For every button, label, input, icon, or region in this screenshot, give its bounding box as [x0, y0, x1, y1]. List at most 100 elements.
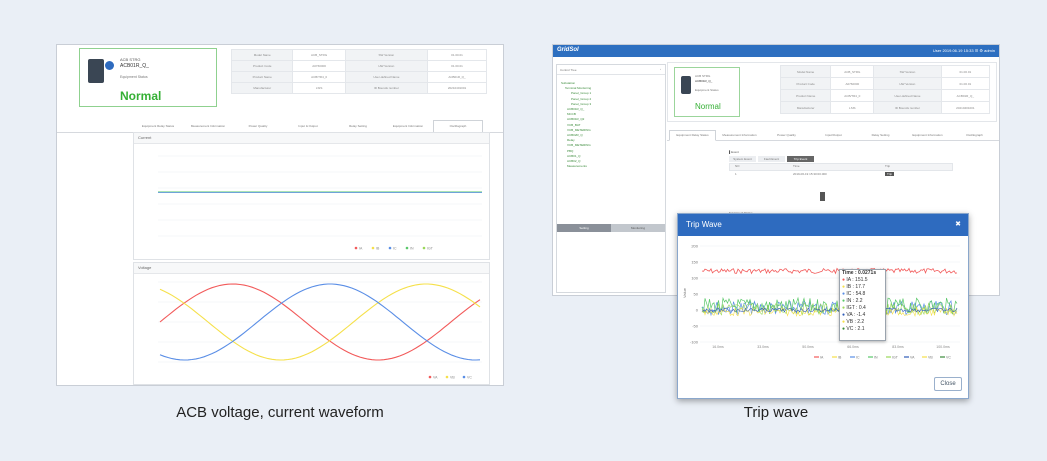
y-axis-label: Value — [682, 287, 687, 298]
legend-label: IB — [376, 247, 380, 251]
app-header: GridSol User 2019.06.19 15:33 ☰ ⚙ admin — [553, 45, 999, 57]
tree-item[interactable]: VCB_METERING — [567, 128, 591, 132]
right-status-value: Normal — [695, 102, 721, 111]
header-status: User 2019.06.19 15:33 ☰ ⚙ admin — [932, 48, 995, 53]
dialog-header: Trip Wave ✖ — [678, 214, 968, 236]
sub-tab-1[interactable]: Fault Event — [758, 156, 785, 162]
tab-2[interactable]: Power Quality — [763, 130, 810, 141]
tree-item[interactable]: VCB_METERING — [567, 143, 591, 147]
event-col-header: Trip — [885, 164, 891, 168]
device-info-table: Model Name ACB_STRG SW Version 01.00.01 Prod… — [230, 49, 487, 94]
breaker-device-image — [88, 59, 104, 83]
dialog-close-icon[interactable]: ✖ — [955, 214, 961, 236]
tooltip-row: ● IN : 2.2 — [840, 298, 885, 305]
device-status-card: ACB STRG ACB01R_Q_ Equipment Status Norm… — [79, 48, 217, 107]
info-key: ID Bounds number — [873, 101, 942, 114]
collapse-icon[interactable]: ‹ — [660, 67, 661, 71]
tree-item[interactable]: Panel_Group 3 — [571, 102, 591, 106]
tree-item[interactable]: ACB01R_Q2 — [567, 117, 584, 121]
y-tick-label: 200 — [691, 244, 698, 249]
legend-label: IB — [838, 356, 842, 360]
info-value: 20210401001 — [427, 82, 487, 94]
info-row: Model Name ACB_STRG SW Version 01.00.01 — [779, 65, 991, 78]
tooltip-value: IN : 2.2 — [846, 298, 863, 304]
info-value: 20210401001 — [940, 101, 991, 114]
tree-item[interactable]: Relay — [567, 138, 575, 142]
sub-tab-0[interactable]: System Event — [729, 156, 756, 162]
legend-swatch — [428, 375, 432, 379]
tree-item[interactable]: MCCB — [567, 112, 576, 116]
x-tick-label: 100.0ms — [936, 345, 950, 349]
info-value: ACB_STRG — [830, 65, 875, 78]
legend-swatch — [405, 246, 409, 250]
tooltip-rows: ● IA : 151.5 ● IB : 17.7 ● IC : 54.8 ● IN :… — [840, 277, 885, 333]
tooltip-row: ● IC : 54.8 — [840, 291, 885, 298]
trip-wave-chart: 200 150 100 50 0 -50 -100 Value 16.0ms 33.0ms 50.0… — [682, 244, 960, 360]
tree-item[interactable]: Panel_Group 2 — [571, 97, 591, 101]
info-value: LSIS — [292, 82, 346, 94]
info-key: Product Code — [230, 60, 294, 72]
monitoring-button[interactable]: Monitoring — [611, 224, 665, 232]
info-key: ID Bounds number — [344, 82, 429, 94]
legend-swatch — [445, 375, 449, 379]
info-row: Product Code A0760000 HW Version 01.00.01 — [230, 60, 487, 72]
legend-label: VB — [450, 376, 455, 380]
tab-1[interactable]: Measurement Information — [716, 130, 763, 141]
legend-label: IC — [856, 356, 860, 360]
tree-item[interactable]: ACB01R_Q_ — [567, 107, 584, 111]
tree-item[interactable]: VCB_BAT — [567, 123, 580, 127]
info-key: Manufacturer — [779, 101, 832, 114]
close-button[interactable]: Close — [934, 377, 962, 391]
legend-swatch — [388, 246, 392, 250]
info-key: User-defined Name — [344, 71, 429, 83]
y-tick-label: 50 — [694, 292, 699, 297]
acb-waveform-screenshot: ACB STRG ACB01R_Q_ Equipment Status Norm… — [56, 44, 504, 386]
x-tick-label: 50.0ms — [802, 345, 814, 349]
tab-0[interactable]: Equipment Relay Status — [669, 130, 716, 141]
info-row: Product Name ACB/TR4_0 User-defined Name AC… — [230, 71, 487, 83]
right-device-id: ACB01R_Q_ — [695, 79, 713, 83]
tree-item[interactable]: PBQ — [567, 149, 573, 153]
info-key: Product Name — [779, 89, 832, 102]
y-tick-label: -100 — [690, 340, 699, 345]
device-badge-icon — [105, 61, 114, 70]
info-value: ACB_STRG — [292, 49, 346, 61]
info-key: Product Code — [779, 77, 832, 90]
left-caption: ACB voltage, current waveform — [176, 404, 384, 421]
tree-item[interactable]: Measurements — [567, 164, 587, 168]
current-panel-title: Current — [134, 133, 489, 144]
tab-4[interactable]: Relay Setting — [857, 130, 904, 141]
tooltip-value: IC : 54.8 — [846, 291, 866, 297]
legend-label: IC — [393, 247, 397, 251]
info-row: Manufacturer LSIS ID Bounds number 20210401… — [779, 101, 991, 114]
tree-item[interactable]: Terminal Monitoring — [565, 86, 591, 90]
page-indicator[interactable] — [820, 192, 825, 201]
tab-5[interactable]: Equipment Information — [904, 130, 951, 141]
tree-item[interactable]: ACB02R_Q — [567, 133, 583, 137]
event-col-header: Time — [793, 164, 800, 168]
right-breaker-image — [681, 76, 691, 94]
status-value: Normal — [120, 89, 162, 103]
tooltip-row: ● VB : 2.2 — [840, 319, 885, 326]
tab-3[interactable]: Input/Output — [810, 130, 857, 141]
legend-label: VC — [467, 376, 472, 380]
tab-6[interactable]: Oscillograph — [951, 130, 998, 141]
event-col-header: NO — [735, 164, 740, 168]
tree-title: Control Tree — [560, 68, 577, 72]
tooltip-value: VB : 2.2 — [846, 319, 865, 325]
tree-item[interactable]: Substation — [561, 81, 575, 85]
x-tick-label: 66.0ms — [847, 345, 859, 349]
app-logo: GridSol — [557, 47, 579, 53]
legend-swatch — [354, 246, 358, 250]
tree-item[interactable]: ACB02_Q — [567, 159, 581, 163]
info-key: Model Name — [230, 49, 294, 61]
tree-item[interactable]: ACB01_Q — [567, 154, 581, 158]
info-value: ACB/TR4_0 — [830, 89, 875, 102]
info-value: 01.00.01 — [940, 77, 991, 90]
sub-tab-2[interactable]: Trip Event — [787, 156, 814, 162]
event-cell[interactable]: Trip — [885, 172, 895, 176]
tree-item[interactable]: Panel_Group 1 — [571, 91, 591, 95]
setting-button[interactable]: Setting — [557, 224, 611, 232]
tooltip-row: ● IA : 151.5 — [840, 277, 885, 284]
status-label: Equipment Status — [120, 75, 148, 79]
